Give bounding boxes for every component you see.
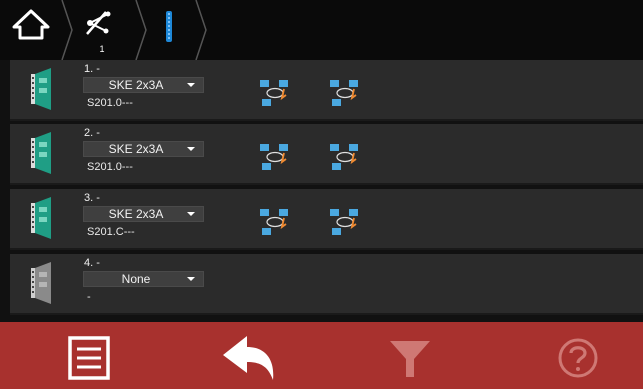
port-config-icon[interactable]: [328, 79, 362, 109]
module-row[interactable]: 4. - None -: [10, 254, 643, 315]
module-row[interactable]: 2. - SKE 2x3A S201.0---: [10, 124, 643, 185]
module-type-dropdown[interactable]: SKE 2x3A: [83, 141, 204, 157]
back-button[interactable]: [215, 322, 285, 389]
slot-label: 4. -: [84, 257, 100, 269]
module-type-value: SKE 2x3A: [108, 78, 164, 92]
module-address: S201.C---: [87, 226, 135, 238]
module-type-value: SKE 2x3A: [108, 142, 164, 156]
io-module-icon: [31, 132, 51, 174]
chevron-down-icon: [187, 147, 195, 151]
help-button[interactable]: [545, 322, 605, 389]
io-module-icon: [31, 68, 51, 110]
connection-index: 1: [99, 44, 105, 54]
chevron-down-icon: [187, 277, 195, 281]
filter-icon: [390, 341, 430, 377]
menu-button[interactable]: [60, 322, 120, 389]
breadcrumb-bus-module[interactable]: [144, 0, 204, 60]
port-config-icon[interactable]: [258, 79, 292, 109]
module-address: S201.0---: [87, 97, 133, 109]
menu-icon: [68, 336, 110, 380]
bottom-toolbar: [0, 322, 643, 389]
breadcrumb-home[interactable]: [0, 0, 62, 60]
port-config-icon[interactable]: [328, 143, 362, 173]
module-type-value: None: [121, 272, 151, 286]
module-row[interactable]: 3. - SKE 2x3A S201.C---: [10, 189, 643, 250]
slot-label: 1. -: [84, 63, 100, 75]
io-module-icon: [31, 197, 51, 239]
slot-label: 2. -: [84, 127, 100, 139]
port-config-icon[interactable]: [258, 143, 292, 173]
module-type-dropdown[interactable]: SKE 2x3A: [83, 77, 204, 93]
filter-button[interactable]: [380, 322, 440, 389]
module-list: 1. - SKE 2x3A S201.0--- 2. - SKE 2x3A S2…: [0, 60, 643, 322]
module-type-dropdown[interactable]: None: [83, 271, 204, 287]
breadcrumb: 1: [0, 0, 643, 60]
module-type-value: SKE 2x3A: [108, 207, 164, 221]
home-icon: [12, 9, 50, 40]
chevron-down-icon: [187, 212, 195, 216]
slot-label: 3. -: [84, 192, 100, 204]
module-row[interactable]: 1. - SKE 2x3A S201.0---: [10, 60, 643, 121]
bus-module-icon: [166, 11, 172, 42]
port-config-icon[interactable]: [258, 208, 292, 238]
back-arrow-icon: [223, 336, 274, 380]
module-type-dropdown[interactable]: SKE 2x3A: [83, 206, 204, 222]
module-address: -: [87, 291, 91, 303]
module-address: S201.0---: [87, 161, 133, 173]
help-icon: [558, 338, 598, 378]
port-config-icon[interactable]: [328, 208, 362, 238]
chevron-down-icon: [187, 83, 195, 87]
empty-module-icon: [31, 262, 51, 304]
